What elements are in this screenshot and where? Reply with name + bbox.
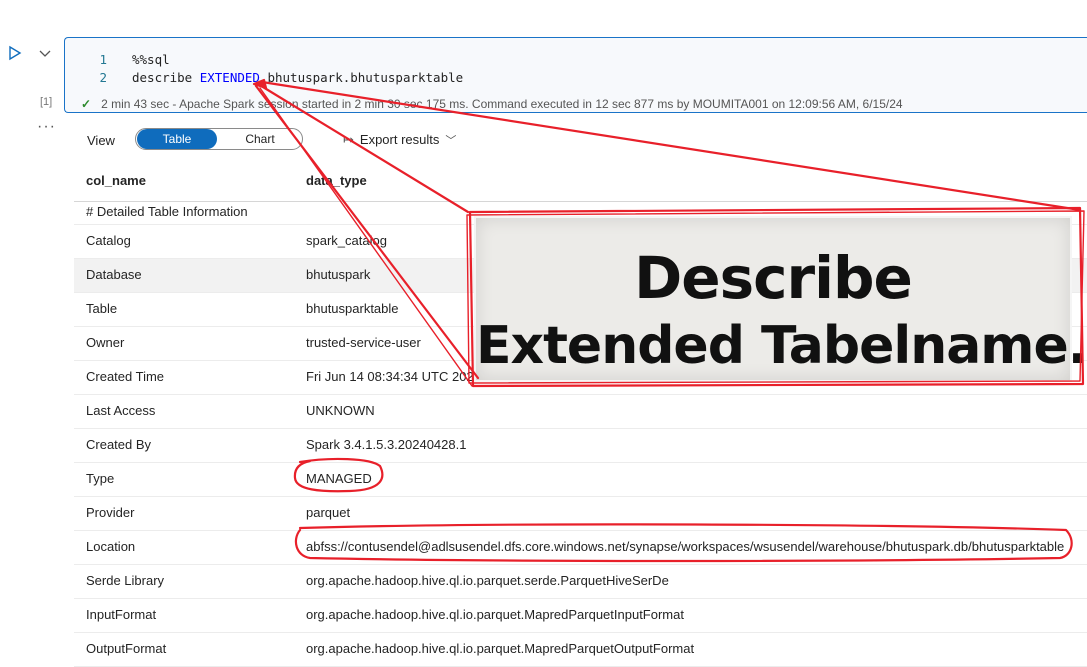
callout-pointer <box>259 87 473 387</box>
annotation-overlay <box>252 78 1085 563</box>
callout-pointer <box>260 80 1082 212</box>
callout-box-outline <box>466 210 1085 384</box>
callout-pointer <box>256 82 470 214</box>
managed-highlight <box>293 457 384 493</box>
callout-box-outline <box>468 206 1085 388</box>
location-highlight <box>294 523 1073 563</box>
